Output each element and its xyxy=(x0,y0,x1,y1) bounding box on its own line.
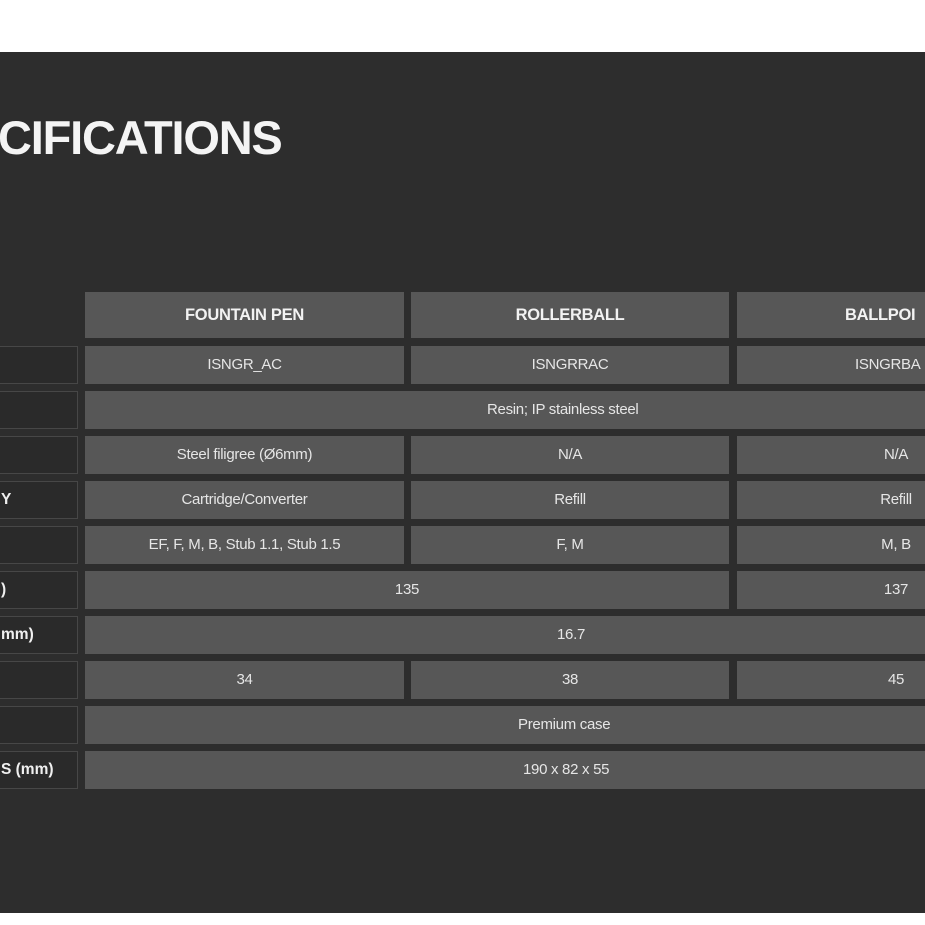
column-header-ballpoint: BALLPOI xyxy=(737,292,925,338)
row-label-filling-text: Y xyxy=(1,491,12,508)
row-label-packaging xyxy=(0,706,78,744)
row-label-length-text: ) xyxy=(1,581,7,598)
cell-filigree-ballpoint: N/A xyxy=(737,436,925,474)
column-header-rollerball: ROLLERBALL xyxy=(411,292,729,338)
cell-filling-rollerball: Refill xyxy=(411,481,729,519)
row-label-code xyxy=(0,346,78,384)
cell-code-ballpoint: ISNGRBA xyxy=(737,346,925,384)
cell-length-ballpoint: 137 xyxy=(737,571,925,609)
cell-nibs-fountain: EF, F, M, B, Stub 1.1, Stub 1.5 xyxy=(85,526,404,564)
cell-weight-fountain: 34 xyxy=(85,661,404,699)
row-label-box-dimensions: S (mm) xyxy=(0,751,78,789)
page-title: CIFICATIONS xyxy=(0,111,283,164)
cell-filigree-fountain: Steel filigree (Ø6mm) xyxy=(85,436,404,474)
cell-filling-fountain: Cartridge/Converter xyxy=(85,481,404,519)
row-label-length: ) xyxy=(0,571,78,609)
row-label-diameter: mm) xyxy=(0,616,78,654)
row-label-filigree xyxy=(0,436,78,474)
cell-filigree-rollerball: N/A xyxy=(411,436,729,474)
cell-material: Resin; IP stainless steel xyxy=(85,391,925,429)
row-label-material xyxy=(0,391,78,429)
cell-nibs-ballpoint: M, B xyxy=(737,526,925,564)
column-header-fountain-pen: FOUNTAIN PEN xyxy=(85,292,404,338)
cell-box-dimensions: 190 x 82 x 55 xyxy=(85,751,925,789)
cell-weight-rollerball: 38 xyxy=(411,661,729,699)
cell-code-rollerball: ISNGRRAC xyxy=(411,346,729,384)
cell-diameter: 16.7 xyxy=(85,616,925,654)
row-label-box-dimensions-text: S (mm) xyxy=(1,761,54,778)
row-label-weight xyxy=(0,661,78,699)
row-label-diameter-text: mm) xyxy=(1,626,34,643)
cell-length-fountain-rollerball: 135 xyxy=(85,571,729,609)
cell-filling-ballpoint: Refill xyxy=(737,481,925,519)
row-label-nibs xyxy=(0,526,78,564)
specifications-panel: CIFICATIONS FOUNTAIN PEN ROLLERBALL BALL… xyxy=(0,52,925,913)
cell-packaging: Premium case xyxy=(85,706,925,744)
cell-code-fountain: ISNGR_AC xyxy=(85,346,404,384)
cell-nibs-rollerball: F, M xyxy=(411,526,729,564)
cell-weight-ballpoint: 45 xyxy=(737,661,925,699)
row-label-filling: Y xyxy=(0,481,78,519)
